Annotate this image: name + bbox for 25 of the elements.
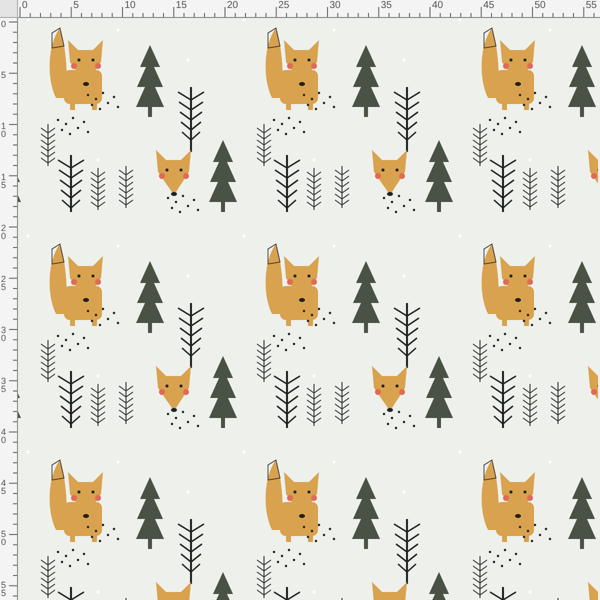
ruler-label: 50 xyxy=(534,0,546,12)
ruler-label: 55 xyxy=(1,581,8,597)
ruler-label: 50 xyxy=(1,530,8,546)
ruler-label: 25 xyxy=(1,275,8,291)
ruler-label: 0 xyxy=(22,0,28,12)
ruler-label: 5 xyxy=(73,0,79,12)
ruler-corner xyxy=(0,0,18,18)
ruler-label: 35 xyxy=(1,377,8,393)
ruler-label: 45 xyxy=(1,479,8,495)
ruler-label: 30 xyxy=(330,0,341,12)
ruler-label: 45 xyxy=(483,0,494,12)
ruler-label: 35 xyxy=(380,0,392,12)
ruler-label: 55 xyxy=(586,0,597,12)
ruler-label: 20 xyxy=(227,0,238,12)
ruler-label: 10 xyxy=(1,122,8,138)
ruler-label: 30 xyxy=(1,326,8,342)
ruler-label: 15 xyxy=(1,173,8,189)
ruler-label: 15 xyxy=(176,0,187,12)
ruler-label: 20 xyxy=(1,224,8,240)
ruler-label: 40 xyxy=(1,428,8,444)
ruler-label: 25 xyxy=(278,0,290,12)
ruler-label: 10 xyxy=(124,0,136,12)
ruler-label: 40 xyxy=(432,0,444,12)
ruler-label: 0 xyxy=(1,20,8,28)
ruler-label: 5 xyxy=(1,71,8,79)
